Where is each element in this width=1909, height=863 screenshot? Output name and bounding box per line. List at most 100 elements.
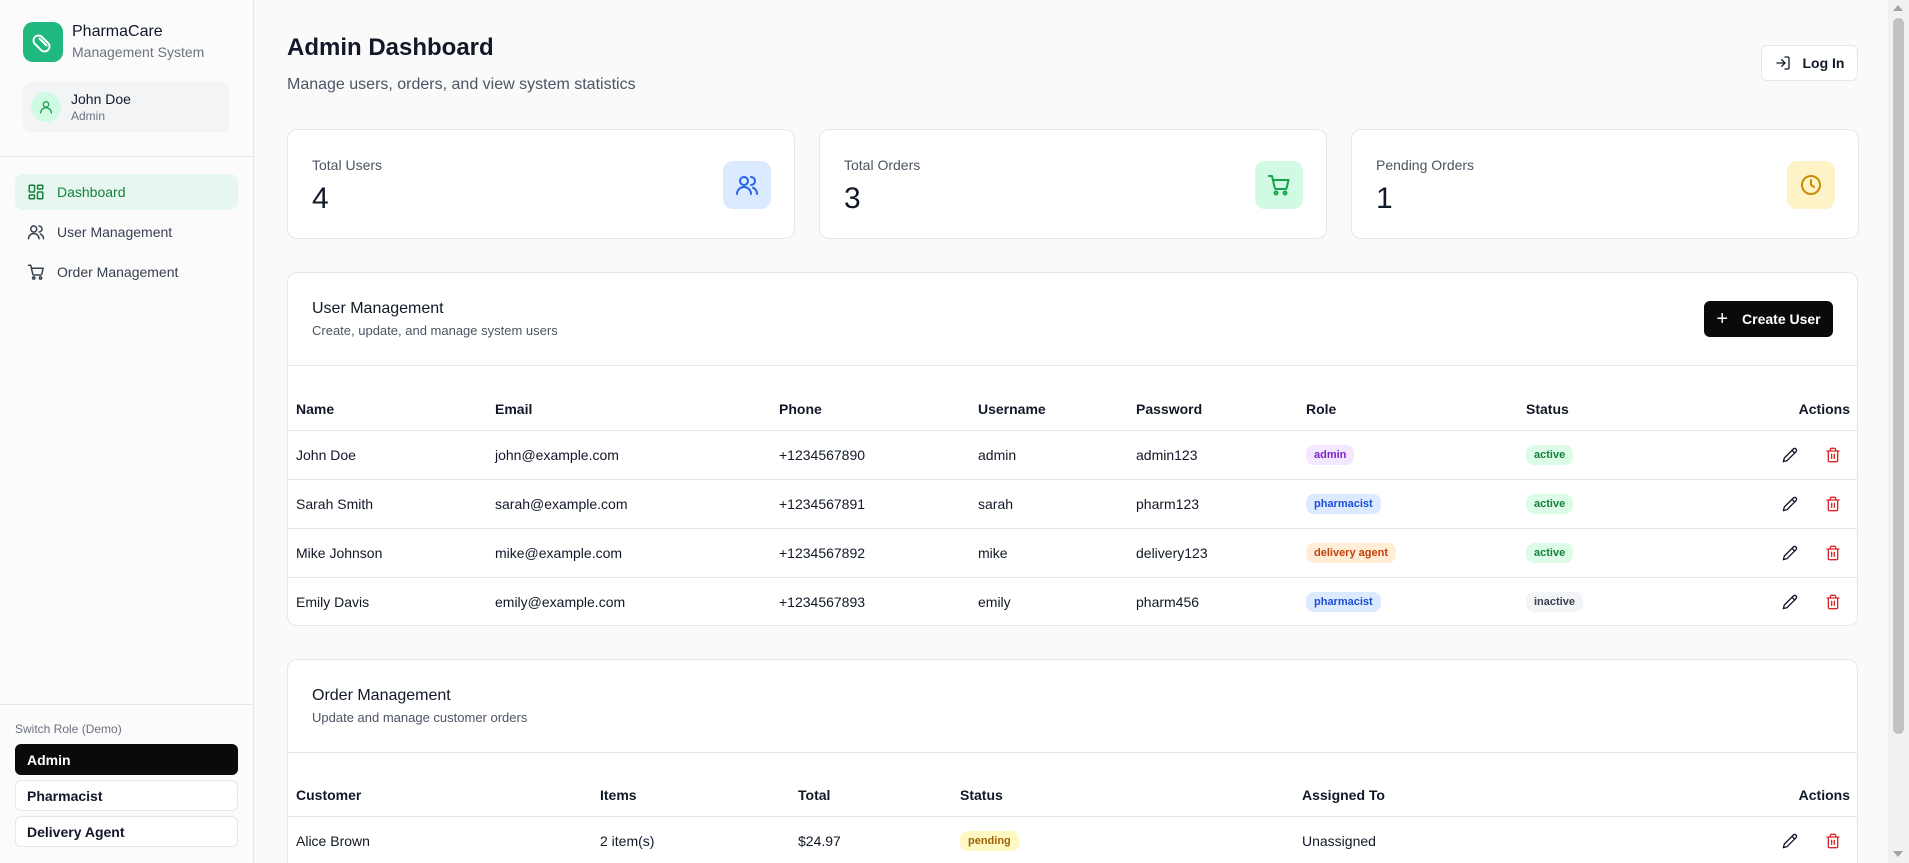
edit-user-button[interactable] bbox=[1780, 494, 1800, 514]
card-title: Order Management bbox=[312, 687, 451, 704]
cell-password: pharm123 bbox=[1136, 496, 1200, 512]
sidebar-nav: Dashboard User Management Order Manageme… bbox=[15, 174, 238, 294]
cell-customer: Alice Brown bbox=[296, 833, 370, 849]
stat-label: Pending Orders bbox=[1376, 157, 1475, 173]
brand: PharmaCare Management System bbox=[23, 22, 204, 62]
cell-name: Sarah Smith bbox=[296, 496, 374, 512]
pencil-icon bbox=[1782, 545, 1798, 561]
delete-user-button[interactable] bbox=[1823, 543, 1843, 563]
column-header: Assigned To bbox=[1302, 787, 1385, 803]
cell-total: $24.97 bbox=[798, 833, 841, 849]
cell-name: Emily Davis bbox=[296, 594, 370, 610]
cell-name: John Doe bbox=[296, 447, 356, 463]
pencil-icon bbox=[1782, 496, 1798, 512]
card-divider bbox=[288, 365, 1857, 366]
scroll-up-icon[interactable] bbox=[1893, 5, 1903, 11]
delete-user-button[interactable] bbox=[1823, 494, 1843, 514]
cart-icon bbox=[27, 264, 44, 280]
switch-role-label: Switch Role (Demo) bbox=[15, 722, 122, 736]
card-subtitle: Update and manage customer orders bbox=[312, 710, 528, 725]
delete-user-button[interactable] bbox=[1823, 445, 1843, 465]
trash-icon bbox=[1826, 833, 1840, 849]
status-badge: active bbox=[1526, 445, 1574, 465]
edit-user-button[interactable] bbox=[1780, 543, 1800, 563]
role-badge: delivery agent bbox=[1306, 543, 1396, 563]
column-header: Actions bbox=[1798, 401, 1850, 417]
column-header: Password bbox=[1136, 401, 1203, 417]
card-subtitle: Create, update, and manage system users bbox=[312, 323, 558, 338]
scroll-down-icon[interactable] bbox=[1893, 851, 1903, 857]
column-header: Customer bbox=[296, 787, 362, 803]
cell-phone: +1234567890 bbox=[779, 447, 866, 463]
pencil-icon bbox=[1782, 833, 1798, 849]
cell-items: 2 item(s) bbox=[600, 833, 655, 849]
page-scrollbar[interactable] bbox=[1888, 0, 1909, 863]
avatar bbox=[31, 92, 61, 122]
trash-icon bbox=[1826, 447, 1840, 463]
delete-order-button[interactable] bbox=[1823, 831, 1843, 851]
cell-password: pharm456 bbox=[1136, 594, 1200, 610]
status-badge: pending bbox=[960, 831, 1019, 851]
cell-username: mike bbox=[978, 545, 1008, 561]
table-row: John Doe john@example.com +1234567890 ad… bbox=[288, 430, 1857, 479]
user-name: John Doe bbox=[71, 91, 131, 107]
edit-user-button[interactable] bbox=[1780, 592, 1800, 612]
role-badge: pharmacist bbox=[1306, 592, 1381, 612]
cell-phone: +1234567892 bbox=[779, 545, 866, 561]
status-badge: inactive bbox=[1526, 592, 1583, 612]
sidebar-item-label: User Management bbox=[57, 224, 173, 240]
sidebar-item-user-management[interactable]: User Management bbox=[15, 214, 238, 250]
sidebar-item-label: Dashboard bbox=[57, 184, 126, 200]
status-badge: active bbox=[1526, 494, 1574, 514]
edit-user-button[interactable] bbox=[1780, 445, 1800, 465]
cell-email: emily@example.com bbox=[495, 594, 626, 610]
user-icon bbox=[40, 101, 52, 114]
dashboard-icon bbox=[28, 184, 44, 200]
pill-icon bbox=[23, 22, 63, 62]
cell-password: admin123 bbox=[1136, 447, 1198, 463]
column-header: Status bbox=[1526, 401, 1569, 417]
pencil-icon bbox=[1782, 447, 1798, 463]
clock-icon bbox=[1787, 161, 1835, 209]
role-pharmacist-button[interactable]: Pharmacist bbox=[15, 780, 238, 811]
role-admin-button[interactable]: Admin bbox=[15, 744, 238, 775]
table-row: Sarah Smith sarah@example.com +123456789… bbox=[288, 479, 1857, 528]
stat-label: Total Users bbox=[312, 157, 383, 173]
table-row: Alice Brown 2 item(s) $24.97 pending Una… bbox=[288, 816, 1857, 863]
login-label: Log In bbox=[1802, 55, 1845, 71]
cart-icon bbox=[1255, 161, 1303, 209]
role-badge: admin bbox=[1306, 445, 1355, 465]
login-button[interactable]: Log In bbox=[1761, 45, 1858, 81]
cell-phone: +1234567893 bbox=[779, 594, 866, 610]
scrollbar-thumb[interactable] bbox=[1893, 18, 1904, 734]
stat-total-users: Total Users 4 bbox=[287, 129, 795, 239]
column-header: Items bbox=[600, 787, 637, 803]
column-header: Username bbox=[978, 401, 1046, 417]
page-title: Admin Dashboard bbox=[287, 34, 494, 61]
stat-pending-orders: Pending Orders 1 bbox=[1351, 129, 1859, 239]
stat-value: 4 bbox=[312, 182, 329, 215]
sidebar-item-dashboard[interactable]: Dashboard bbox=[15, 174, 238, 210]
stat-total-orders: Total Orders 3 bbox=[819, 129, 1327, 239]
trash-icon bbox=[1826, 594, 1840, 610]
column-header: Phone bbox=[779, 401, 822, 417]
delete-user-button[interactable] bbox=[1823, 592, 1843, 612]
user-role: Admin bbox=[71, 109, 106, 123]
cell-username: emily bbox=[978, 594, 1011, 610]
card-title: User Management bbox=[312, 300, 444, 317]
create-user-button[interactable]: + Create User bbox=[1704, 301, 1833, 337]
cell-name: Mike Johnson bbox=[296, 545, 383, 561]
status-badge: active bbox=[1526, 543, 1574, 563]
column-header: Status bbox=[960, 787, 1003, 803]
main-content: Admin Dashboard Manage users, orders, an… bbox=[254, 0, 1888, 863]
plus-icon: + bbox=[1716, 308, 1729, 330]
cell-email: john@example.com bbox=[495, 447, 619, 463]
edit-order-button[interactable] bbox=[1780, 831, 1800, 851]
table-row: Emily Davis emily@example.com +123456789… bbox=[288, 577, 1857, 625]
role-delivery-agent-button[interactable]: Delivery Agent bbox=[15, 816, 238, 847]
sidebar-divider bbox=[0, 704, 254, 705]
trash-icon bbox=[1826, 496, 1840, 512]
sidebar-item-order-management[interactable]: Order Management bbox=[15, 254, 238, 290]
column-header: Role bbox=[1306, 401, 1337, 417]
column-header: Name bbox=[296, 401, 335, 417]
